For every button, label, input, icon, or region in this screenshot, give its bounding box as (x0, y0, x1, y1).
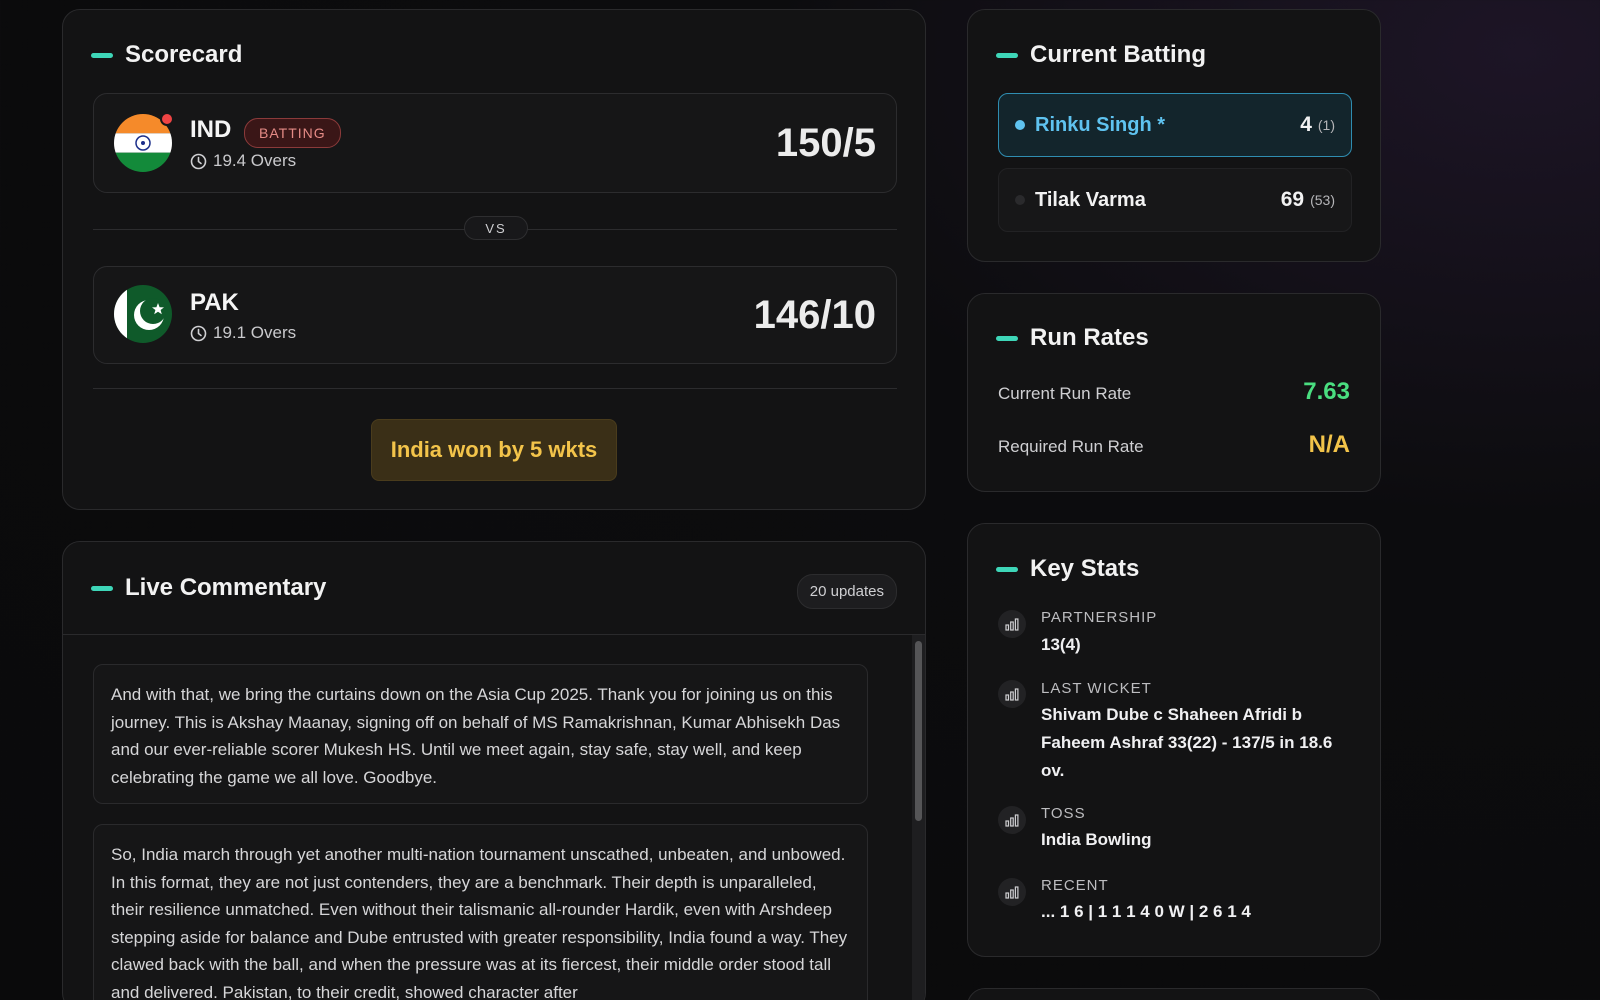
current-batting-card: Current Batting Rinku Singh * 4 (1) Tila… (967, 9, 1381, 262)
batter-name: Rinku Singh * (1035, 113, 1165, 136)
bar-chart-icon (998, 610, 1026, 638)
batting-header: Current Batting (996, 41, 1206, 69)
commentary-scrollbar[interactable] (912, 635, 925, 1000)
key-stats-title: Key Stats (1030, 555, 1140, 582)
live-indicator-dot (160, 112, 174, 126)
bar-chart-icon (998, 806, 1026, 834)
batting-badge: BATTING (244, 118, 341, 148)
stat-value-recent: ... 1 6 | 1 1 1 4 0 W | 2 6 1 4 (1041, 902, 1251, 921)
scorecard-title: Scorecard (125, 41, 243, 68)
score-ind: 150/5 (775, 121, 876, 165)
stat-value-last-wicket: Shivam Dube c Shaheen Afridi b Faheem As… (1041, 705, 1333, 780)
accent-bar (996, 335, 1018, 341)
run-rates-header: Run Rates (996, 324, 1149, 352)
batter-balls: (1) (1317, 117, 1335, 133)
batter-runs: 4 (1300, 113, 1312, 136)
current-run-rate-value: 7.63 (1303, 378, 1350, 405)
batter-row-non-strike[interactable]: Tilak Varma 69 (53) (998, 168, 1352, 232)
score-pak: 146/10 (753, 293, 876, 337)
bar-chart-icon (998, 878, 1026, 906)
required-run-rate-value: N/A (1308, 431, 1350, 458)
batter-balls: (53) (1310, 192, 1335, 208)
scorecard-header: Scorecard (91, 41, 242, 69)
stat-label-last-wicket: LAST WICKET (1041, 680, 1152, 697)
accent-bar (91, 52, 113, 58)
accent-bar (996, 566, 1018, 572)
commentary-item: So, India march through yet another mult… (93, 824, 868, 1000)
key-stats-card: Key Stats PARTNERSHIP 13(4) LAST WICKET … (967, 523, 1381, 957)
batter-name: Tilak Varma (1035, 188, 1146, 211)
next-card (967, 988, 1381, 1000)
commentary-item: And with that, we bring the curtains dow… (93, 664, 868, 804)
stat-label-toss: TOSS (1041, 805, 1086, 822)
clock-icon (190, 153, 207, 169)
team-code-ind: IND (190, 116, 232, 143)
on-strike-dot (1015, 120, 1025, 130)
live-commentary-card: Live Commentary 20 updates And with that… (62, 541, 926, 1000)
stat-value-toss: India Bowling (1041, 830, 1152, 849)
stat-value-partnership: 13(4) (1041, 635, 1081, 654)
non-strike-dot (1015, 195, 1025, 205)
team-code-pak: PAK (190, 289, 239, 316)
stat-label-recent: RECENT (1041, 877, 1109, 894)
required-run-rate-label: Required Run Rate (998, 437, 1144, 456)
overs-ind: 19.4 Overs (190, 151, 296, 171)
divider (93, 388, 897, 389)
updates-count-badge: 20 updates (796, 574, 897, 609)
match-result-banner: India won by 5 wkts (371, 419, 617, 481)
pakistan-flag-icon (114, 285, 172, 343)
batter-row-on-strike[interactable]: Rinku Singh * 4 (1) (998, 93, 1352, 157)
stat-label-partnership: PARTNERSHIP (1041, 609, 1158, 626)
run-rates-card: Run Rates Current Run Rate 7.63 Required… (967, 293, 1381, 492)
clock-icon (190, 325, 207, 341)
vs-pill: VS (464, 216, 528, 240)
accent-bar (996, 52, 1018, 58)
key-stats-header: Key Stats (996, 555, 1139, 583)
team-row-pak[interactable]: PAK 19.1 Overs 146/10 (93, 266, 897, 364)
bar-chart-icon (998, 680, 1026, 708)
batting-title: Current Batting (1030, 41, 1206, 68)
team-row-ind[interactable]: IND BATTING 19.4 Overs 150/5 (93, 93, 897, 193)
overs-text-ind: 19.4 Overs (213, 151, 297, 170)
commentary-title: Live Commentary (125, 574, 327, 601)
divider (63, 634, 925, 635)
current-run-rate-label: Current Run Rate (998, 384, 1132, 403)
run-rates-title: Run Rates (1030, 324, 1149, 351)
overs-pak: 19.1 Overs (190, 323, 296, 343)
overs-text-pak: 19.1 Overs (213, 323, 297, 342)
commentary-header: Live Commentary (91, 574, 326, 602)
scrollbar-thumb[interactable] (915, 641, 922, 821)
accent-bar (91, 585, 113, 591)
batter-runs: 69 (1280, 188, 1305, 211)
scorecard-card: Scorecard IND BATTING 19.4 Overs 150/5 V… (62, 9, 926, 510)
